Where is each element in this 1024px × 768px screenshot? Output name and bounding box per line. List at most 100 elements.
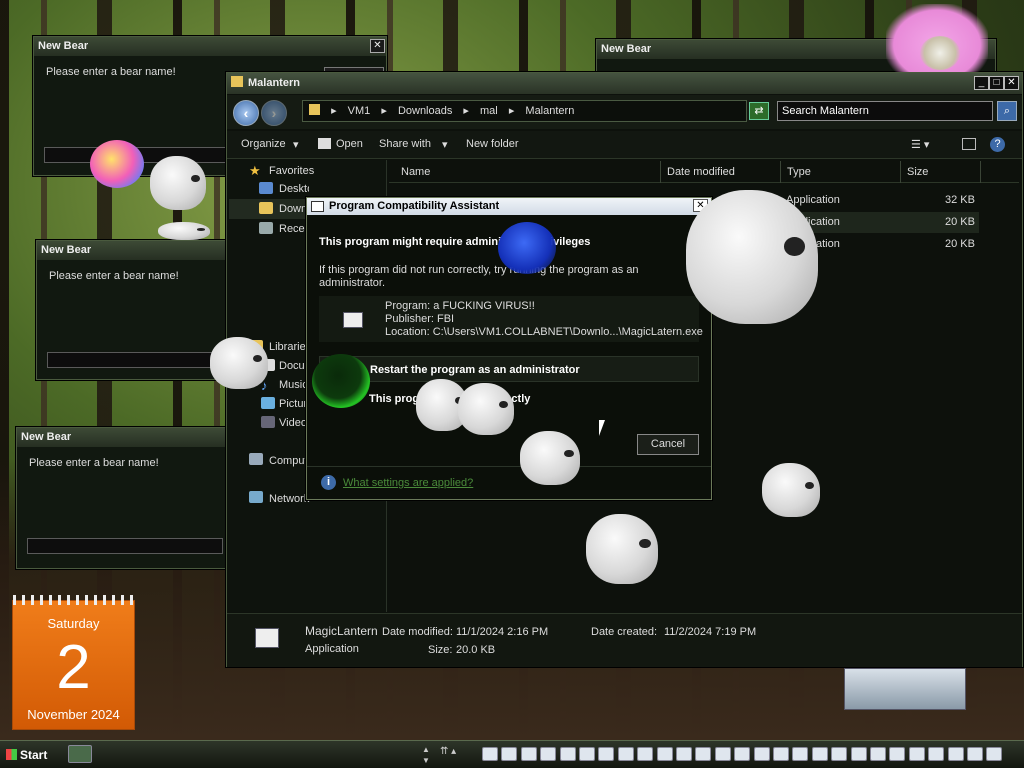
minimize-button[interactable]: _ (974, 76, 989, 90)
calendar-month-year: November 2024 (27, 707, 120, 722)
bear-name-input[interactable] (27, 538, 223, 554)
pca-title: Program Compatibility Assistant (329, 200, 500, 212)
dialog-title: New Bear (34, 37, 386, 56)
photo-thumbnail (844, 668, 966, 710)
address-bar[interactable]: ▸ VM1 ▸ Downloads ▸ mal ▸ Malantern (302, 100, 747, 122)
taskbar-app-icon[interactable] (617, 747, 634, 761)
taskbar-app-icon[interactable] (792, 747, 809, 761)
show-hidden-icons[interactable]: ⇈ ▴ (440, 746, 456, 757)
nav-videos[interactable]: Videos (279, 417, 309, 429)
maximize-button[interactable]: □ (989, 76, 1004, 90)
nav-computer[interactable]: Computer (269, 455, 309, 467)
nav-downloads[interactable]: Downloads (279, 203, 309, 215)
recent-places-icon (259, 222, 273, 234)
details-pane: MagicLantern Application Date modified: … (227, 613, 1022, 667)
mouse-cursor-icon (599, 420, 605, 436)
taskbar-app-icon[interactable] (540, 747, 557, 761)
column-name[interactable]: Name (395, 161, 661, 183)
taskbar-app-icon[interactable] (947, 747, 964, 761)
nav-network[interactable]: Network (269, 493, 309, 505)
taskbar-app-icon[interactable] (773, 747, 789, 761)
breadcrumb-downloads[interactable]: Downloads (398, 105, 452, 117)
taskbar-app-icon[interactable] (656, 747, 673, 761)
taskbar-app-icon[interactable] (889, 747, 906, 761)
new-bear-dialog-3[interactable]: New Bear Please enter a bear name! (36, 240, 228, 380)
share-with-button[interactable]: Share with (379, 138, 431, 150)
taskbar-app-icon[interactable] (559, 747, 576, 761)
breadcrumb-malantern[interactable]: Malantern (525, 105, 574, 117)
help-icon[interactable]: ? (990, 137, 1005, 152)
settings-applied-link[interactable]: What settings are applied? (343, 477, 473, 489)
app-window-icon (311, 201, 324, 212)
taskbar-app-icon[interactable] (811, 747, 828, 761)
start-button[interactable]: Start (2, 744, 58, 766)
sheep-sprite (920, 36, 960, 70)
taskbar-app-icon[interactable] (734, 747, 751, 761)
taskbar-app-icon[interactable] (482, 747, 498, 761)
nav-desktop[interactable]: Desktop (279, 183, 309, 195)
network-icon (249, 491, 263, 503)
taskbar-app-icon[interactable] (714, 747, 731, 761)
column-size[interactable]: Size (901, 161, 981, 183)
breadcrumb-mal[interactable]: mal (480, 105, 498, 117)
close-button[interactable]: ✕ (1004, 76, 1019, 90)
details-created-value: 11/2/2024 7:19 PM (664, 626, 757, 638)
search-icon[interactable]: ⌕ (997, 101, 1017, 121)
taskbar-explorer-button[interactable] (68, 745, 92, 763)
taskbar-app-icon[interactable] (986, 747, 1003, 761)
new-folder-button[interactable]: New folder (466, 138, 519, 150)
window-title: Malantern (248, 77, 300, 89)
taskbar-app-icon[interactable] (928, 747, 945, 761)
column-type[interactable]: Type (781, 161, 901, 183)
taskbar-app-icon[interactable] (870, 747, 886, 761)
taskbar-app-icon[interactable] (501, 747, 518, 761)
breadcrumb-vm1[interactable]: VM1 (348, 105, 371, 117)
refresh-icon[interactable]: ⇄ (749, 102, 769, 120)
nav-recent-places[interactable]: Recent Places (279, 223, 309, 235)
colorful-creature-sprite (90, 140, 144, 188)
computer-icon (249, 453, 263, 465)
polar-bear-sprite (158, 222, 210, 240)
taskbar-app-icon[interactable] (831, 747, 848, 761)
blue-blob-sprite (498, 222, 556, 274)
taskbar-app-icon[interactable] (967, 747, 983, 761)
preview-pane-icon[interactable] (962, 138, 976, 150)
nav-favorites[interactable]: Favorites (269, 165, 314, 177)
taskbar-app-icon[interactable] (695, 747, 712, 761)
new-bear-dialog-4[interactable]: New Bear Please enter a bear name! (16, 427, 228, 569)
bear-name-input[interactable] (47, 352, 223, 368)
nav-documents[interactable]: Documents (279, 360, 309, 372)
calendar-gadget[interactable]: Saturday 2 November 2024 (12, 595, 136, 730)
details-file-name: MagicLantern (305, 624, 378, 638)
nav-music[interactable]: Music (279, 379, 309, 391)
taskbar-app-icon[interactable] (579, 747, 595, 761)
view-options-icon[interactable]: ☰ ▾ (911, 138, 929, 151)
taskbar-app-icon[interactable] (753, 747, 770, 761)
taskbar-scroll-arrows[interactable]: ▲ ▼ (420, 744, 432, 766)
taskbar-app-icon[interactable] (520, 747, 537, 761)
cancel-button[interactable]: Cancel (637, 434, 699, 455)
search-input[interactable]: Search Malantern (777, 101, 993, 121)
taskbar-app-icon[interactable] (637, 747, 654, 761)
start-label: Start (20, 748, 48, 762)
taskbar-app-icon[interactable] (676, 747, 692, 761)
nav-pictures[interactable]: Pictures (279, 398, 309, 410)
column-date-modified[interactable]: Date modified (661, 161, 781, 183)
close-button[interactable]: ✕ (370, 39, 385, 53)
folder-icon (231, 76, 243, 87)
videos-icon (261, 416, 275, 428)
nav-libraries[interactable]: Libraries (269, 341, 311, 353)
file-size: 32 KB (945, 194, 975, 206)
open-icon (318, 138, 331, 149)
file-list-header: Name Date modified Type Size (389, 161, 1019, 183)
dialog-title: New Bear (37, 241, 227, 260)
taskbar-app-icon[interactable] (850, 747, 867, 761)
polar-bear-sprite (210, 337, 268, 389)
open-button[interactable]: Open (336, 138, 363, 150)
taskbar-app-icon[interactable] (908, 747, 925, 761)
taskbar-app-icon[interactable] (598, 747, 615, 761)
forward-button[interactable]: › (261, 100, 287, 126)
back-button[interactable]: ‹ (233, 100, 259, 126)
restart-as-admin-option[interactable]: Restart the program as an administrator (319, 356, 699, 382)
organize-button[interactable]: Organize (241, 138, 286, 150)
